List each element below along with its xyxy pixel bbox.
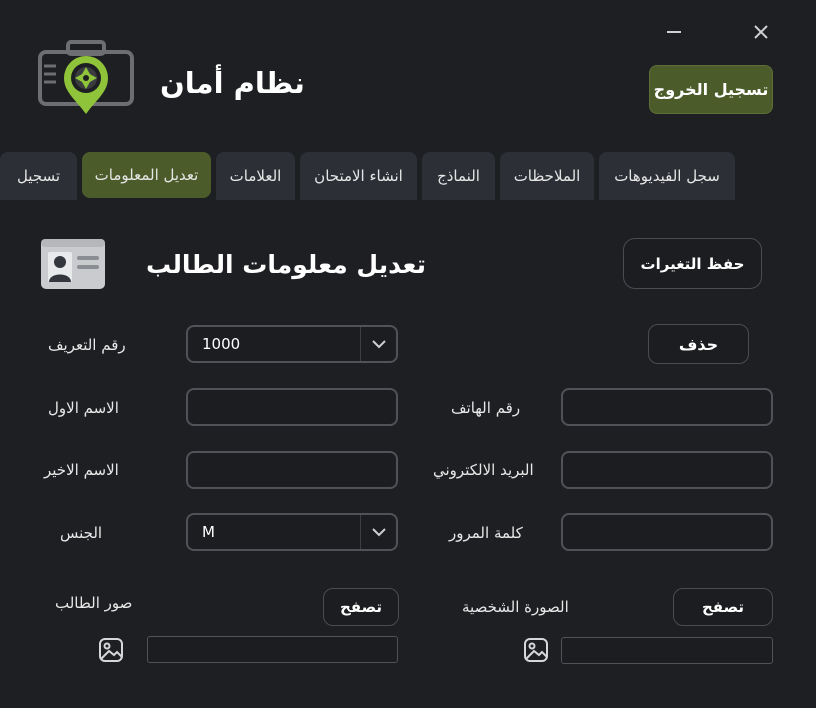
- save-changes-button[interactable]: حفظ التغيرات: [623, 238, 762, 289]
- chevron-down-icon[interactable]: [360, 515, 396, 549]
- profile-photo-label: الصورة الشخصية: [462, 598, 569, 616]
- id-label: رقم التعريف: [48, 336, 126, 354]
- logout-button[interactable]: تسجيل الخروج: [649, 65, 773, 114]
- tab-grades[interactable]: العلامات: [216, 152, 295, 200]
- tab-video-log[interactable]: سجل الفيديوهات: [599, 152, 735, 200]
- profile-photo-path-field[interactable]: [561, 637, 773, 664]
- tab-create-exam[interactable]: انشاء الامتحان: [300, 152, 417, 200]
- app-logo: [36, 40, 136, 116]
- gender-label: الجنس: [60, 524, 103, 542]
- tab-forms[interactable]: النماذج: [422, 152, 495, 200]
- id-value: 1000: [202, 335, 241, 353]
- student-photos-label: صور الطالب: [55, 594, 133, 612]
- id-card-icon: [40, 238, 106, 290]
- camera-pin-icon: [38, 40, 134, 114]
- chevron-down-icon[interactable]: [360, 327, 396, 361]
- minimize-icon: [667, 31, 681, 33]
- password-field[interactable]: [561, 513, 773, 551]
- delete-button[interactable]: حذف: [648, 324, 749, 364]
- student-photos-path-field[interactable]: [147, 636, 398, 663]
- email-label: البريد الالكتروني: [433, 461, 534, 479]
- browse-student-photos-button[interactable]: تصفح: [323, 588, 399, 626]
- close-icon: [754, 25, 768, 39]
- phone-label: رقم الهاتف: [451, 399, 521, 417]
- browse-profile-photo-button[interactable]: تصفح: [673, 588, 773, 626]
- first-name-field[interactable]: [186, 388, 398, 426]
- minimize-button[interactable]: [662, 20, 686, 44]
- gender-value: M: [202, 523, 215, 541]
- last-name-label: الاسم الاخير: [44, 461, 119, 479]
- gender-select[interactable]: M: [186, 513, 398, 551]
- app-title: نظام أمان: [160, 66, 305, 100]
- first-name-label: الاسم الاول: [48, 399, 119, 417]
- image-icon[interactable]: [523, 637, 549, 663]
- section-title: تعديل معلومات الطالب: [146, 250, 427, 279]
- id-select[interactable]: 1000: [186, 325, 398, 363]
- email-field[interactable]: [561, 451, 773, 489]
- close-window-button[interactable]: [749, 20, 773, 44]
- password-label: كلمة المرور: [449, 524, 523, 542]
- image-icon[interactable]: [98, 637, 124, 663]
- tab-register[interactable]: تسجيل: [0, 152, 77, 200]
- tab-notes[interactable]: الملاحظات: [500, 152, 594, 200]
- last-name-field[interactable]: [186, 451, 398, 489]
- phone-field[interactable]: [561, 388, 773, 426]
- tab-edit-info[interactable]: تعديل المعلومات: [82, 152, 211, 198]
